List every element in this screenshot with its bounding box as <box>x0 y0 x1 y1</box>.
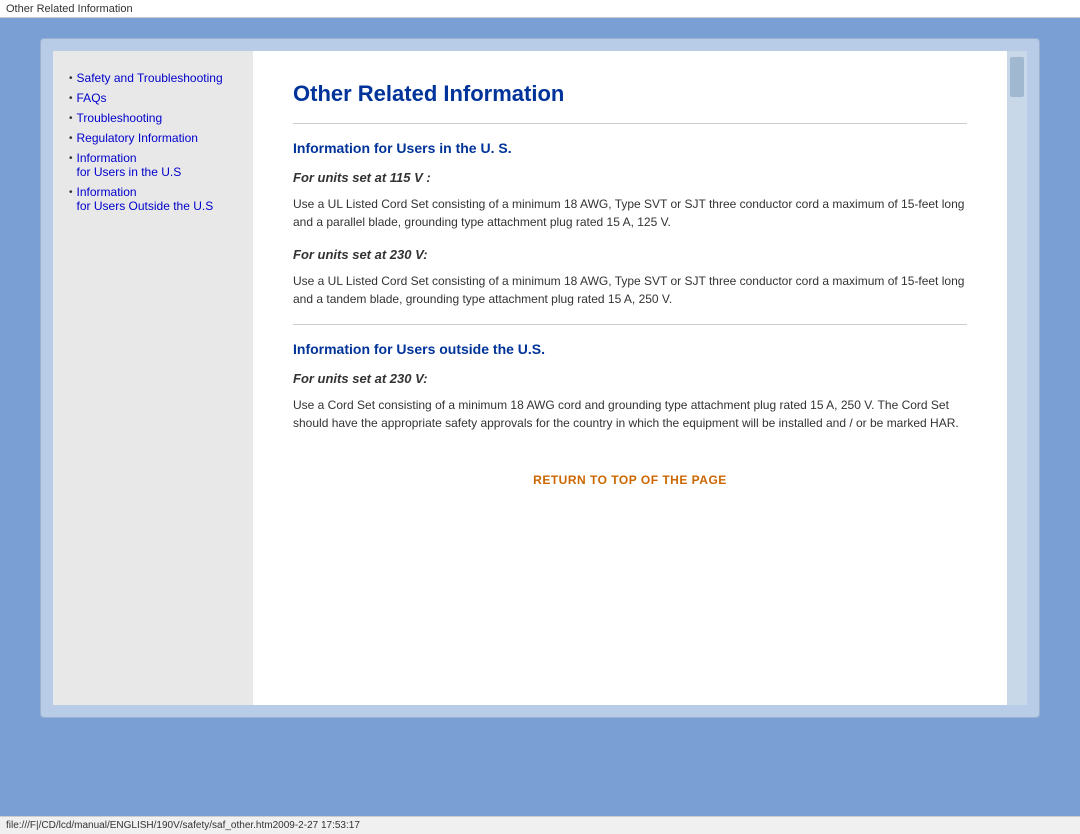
sidebar-item-regulatory: • Regulatory Information <box>69 131 243 147</box>
bullet-icon: • <box>69 113 73 124</box>
bullet-icon: • <box>69 187 73 198</box>
divider-1 <box>293 123 967 124</box>
sidebar-link-info-us[interactable]: Information for Users in the U.S <box>77 151 182 179</box>
page-wrapper: • Safety and Troubleshooting • FAQs • Tr… <box>0 18 1080 778</box>
sidebar-item-info-us: • Information for Users in the U.S <box>69 151 243 181</box>
bullet-icon: • <box>69 133 73 144</box>
sidebar-item-safety: • Safety and Troubleshooting <box>69 71 243 87</box>
sidebar-link-regulatory[interactable]: Regulatory Information <box>77 131 198 145</box>
return-link-container: RETURN TO TOP OF THE PAGE <box>293 462 967 487</box>
status-bar: file:///F|/CD/lcd/manual/ENGLISH/190V/sa… <box>0 816 1080 834</box>
content-area: Other Related Information Information fo… <box>253 51 1007 705</box>
divider-2 <box>293 324 967 325</box>
sidebar-link-faqs[interactable]: FAQs <box>77 91 107 105</box>
sidebar-link-troubleshooting[interactable]: Troubleshooting <box>77 111 163 125</box>
status-bar-text: file:///F|/CD/lcd/manual/ENGLISH/190V/sa… <box>6 820 360 831</box>
sidebar-item-info-outside: • Information for Users Outside the U.S <box>69 185 243 215</box>
sidebar-link-info-outside[interactable]: Information for Users Outside the U.S <box>77 185 214 213</box>
section2-title: Information for Users outside the U.S. <box>293 341 967 357</box>
sidebar-link-safety[interactable]: Safety and Troubleshooting <box>77 71 223 85</box>
section1-sub1-body: Use a UL Listed Cord Set consisting of a… <box>293 195 967 231</box>
title-bar: Other Related Information <box>0 0 1080 18</box>
sidebar: • Safety and Troubleshooting • FAQs • Tr… <box>53 51 253 705</box>
sidebar-item-troubleshooting: • Troubleshooting <box>69 111 243 127</box>
outer-container: • Safety and Troubleshooting • FAQs • Tr… <box>40 38 1040 718</box>
section1-sub2-body: Use a UL Listed Cord Set consisting of a… <box>293 272 967 308</box>
section1-sub2-heading: For units set at 230 V: <box>293 247 967 262</box>
section1-title: Information for Users in the U. S. <box>293 140 967 156</box>
section1-sub1-heading: For units set at 115 V : <box>293 170 967 185</box>
return-to-top-link[interactable]: RETURN TO TOP OF THE PAGE <box>533 473 727 487</box>
section2-sub1-body: Use a Cord Set consisting of a minimum 1… <box>293 396 967 432</box>
sidebar-item-faqs: • FAQs <box>69 91 243 107</box>
title-bar-text: Other Related Information <box>6 3 133 15</box>
scrollbar-thumb[interactable] <box>1010 57 1024 97</box>
bullet-icon: • <box>69 73 73 84</box>
page-title: Other Related Information <box>293 81 967 107</box>
section2-sub1-heading: For units set at 230 V: <box>293 371 967 386</box>
bullet-icon: • <box>69 153 73 164</box>
bullet-icon: • <box>69 93 73 104</box>
scrollbar-area[interactable] <box>1007 51 1027 705</box>
